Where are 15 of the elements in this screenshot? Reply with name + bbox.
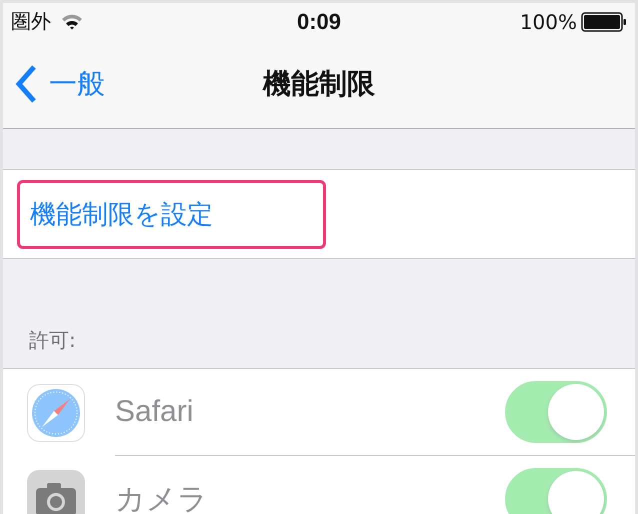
app-label: Safari: [115, 395, 194, 429]
wifi-icon: [61, 14, 83, 30]
battery-percent: 100%: [520, 10, 577, 34]
compass-icon: [27, 384, 85, 442]
battery-icon: [581, 12, 627, 32]
page-title: 機能制限: [263, 66, 375, 102]
section-header: 許可:: [29, 327, 76, 354]
back-label: 一般: [49, 66, 105, 102]
app-label: カメラ: [115, 482, 208, 514]
set-restrictions-button[interactable]: 機能制限を設定: [17, 180, 326, 248]
chevron-left-icon: [15, 64, 37, 104]
back-button[interactable]: 一般: [3, 64, 105, 104]
carrier-text: 圏外: [11, 8, 51, 35]
clock-text: 0:09: [296, 8, 342, 34]
camera-icon: [27, 470, 85, 514]
